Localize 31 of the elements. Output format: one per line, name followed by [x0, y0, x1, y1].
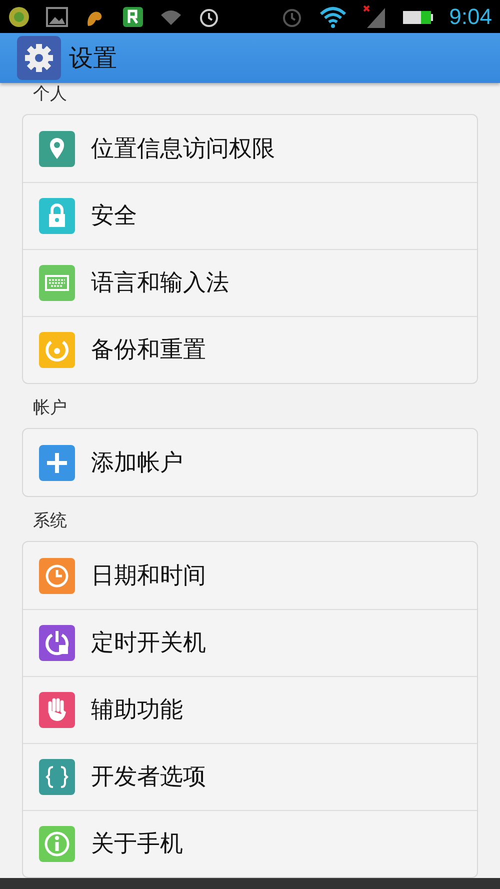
wifi-icon — [319, 6, 348, 28]
settings-icon — [17, 36, 61, 80]
settings-item[interactable]: 辅助功能 — [23, 676, 477, 744]
braces-icon — [39, 759, 75, 796]
settings-item[interactable]: 语言和输入法 — [23, 249, 477, 316]
image-icon — [46, 6, 68, 26]
plus-icon — [39, 444, 75, 481]
settings-item[interactable]: 位置信息访问权限 — [23, 115, 477, 182]
clock-icon — [39, 558, 75, 594]
app-icon — [8, 6, 30, 28]
settings-item[interactable]: 定时开关机 — [23, 609, 477, 676]
screen-title: 设置 — [69, 43, 117, 74]
app-icon — [122, 6, 144, 28]
settings-item[interactable]: 安全 — [23, 182, 477, 250]
clock-time: 9:04 — [449, 3, 492, 31]
section-header: 个人 — [32, 86, 68, 104]
settings-item[interactable]: 关于手机 — [23, 810, 477, 878]
settings-item[interactable]: 添加帐户 — [23, 429, 477, 496]
battery-icon — [403, 8, 434, 24]
keyboard-icon — [39, 265, 75, 302]
lock-icon — [39, 198, 75, 234]
hand-icon — [39, 692, 75, 728]
info-icon — [39, 826, 75, 862]
section-header: 帐户 — [32, 400, 68, 418]
wifi-icon — [160, 8, 182, 26]
settings-item[interactable]: 日期和时间 — [23, 542, 477, 610]
settings-item[interactable]: 备份和重置 — [23, 316, 477, 384]
signal-icon — [363, 4, 388, 28]
section-header: 系统 — [32, 513, 68, 530]
settings-item[interactable]: 开发者选项 — [23, 743, 477, 810]
location-icon — [39, 130, 75, 167]
